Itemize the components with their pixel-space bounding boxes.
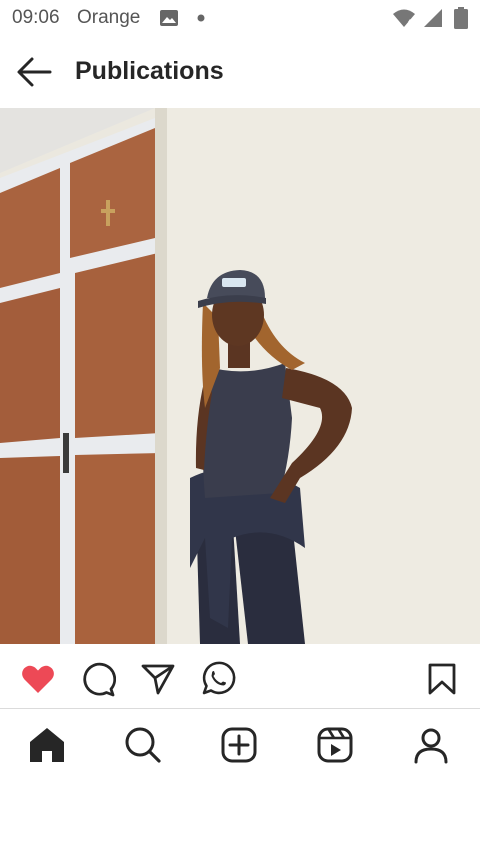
dot-icon [197,14,205,22]
bookmark-icon [428,663,456,695]
whatsapp-button[interactable] [200,661,236,697]
nav-search[interactable] [123,725,163,765]
reels-icon [317,727,353,763]
home-icon [30,728,64,762]
wifi-icon [393,9,415,27]
status-time: 09:06 [12,7,60,28]
status-carrier: Orange [77,7,141,28]
gallery-icon [160,10,178,26]
comment-button[interactable] [80,661,117,697]
nav-reels[interactable] [315,725,355,765]
header: Publications [0,36,480,108]
nav-profile[interactable] [411,725,451,765]
profile-icon [414,728,448,764]
bottom-nav [0,709,480,781]
nav-create[interactable] [219,725,259,765]
comment-icon [83,662,117,697]
post-action-bar [0,644,480,710]
save-button[interactable] [424,661,460,697]
back-button[interactable] [14,54,54,90]
search-icon [125,727,161,763]
signal-icon [424,9,442,27]
heart-icon [22,665,54,693]
share-button[interactable] [140,661,176,697]
arrow-left-icon [17,57,52,87]
create-icon [221,727,257,763]
share-icon [141,664,175,695]
like-button[interactable] [20,661,56,697]
post-image[interactable] [0,108,480,644]
page-title: Publications [75,57,224,85]
status-bar: 09:06 Orange [0,0,480,36]
nav-home[interactable] [27,725,67,765]
whatsapp-icon [202,661,236,695]
post-photo-illustration [0,108,480,644]
battery-icon [454,7,468,29]
